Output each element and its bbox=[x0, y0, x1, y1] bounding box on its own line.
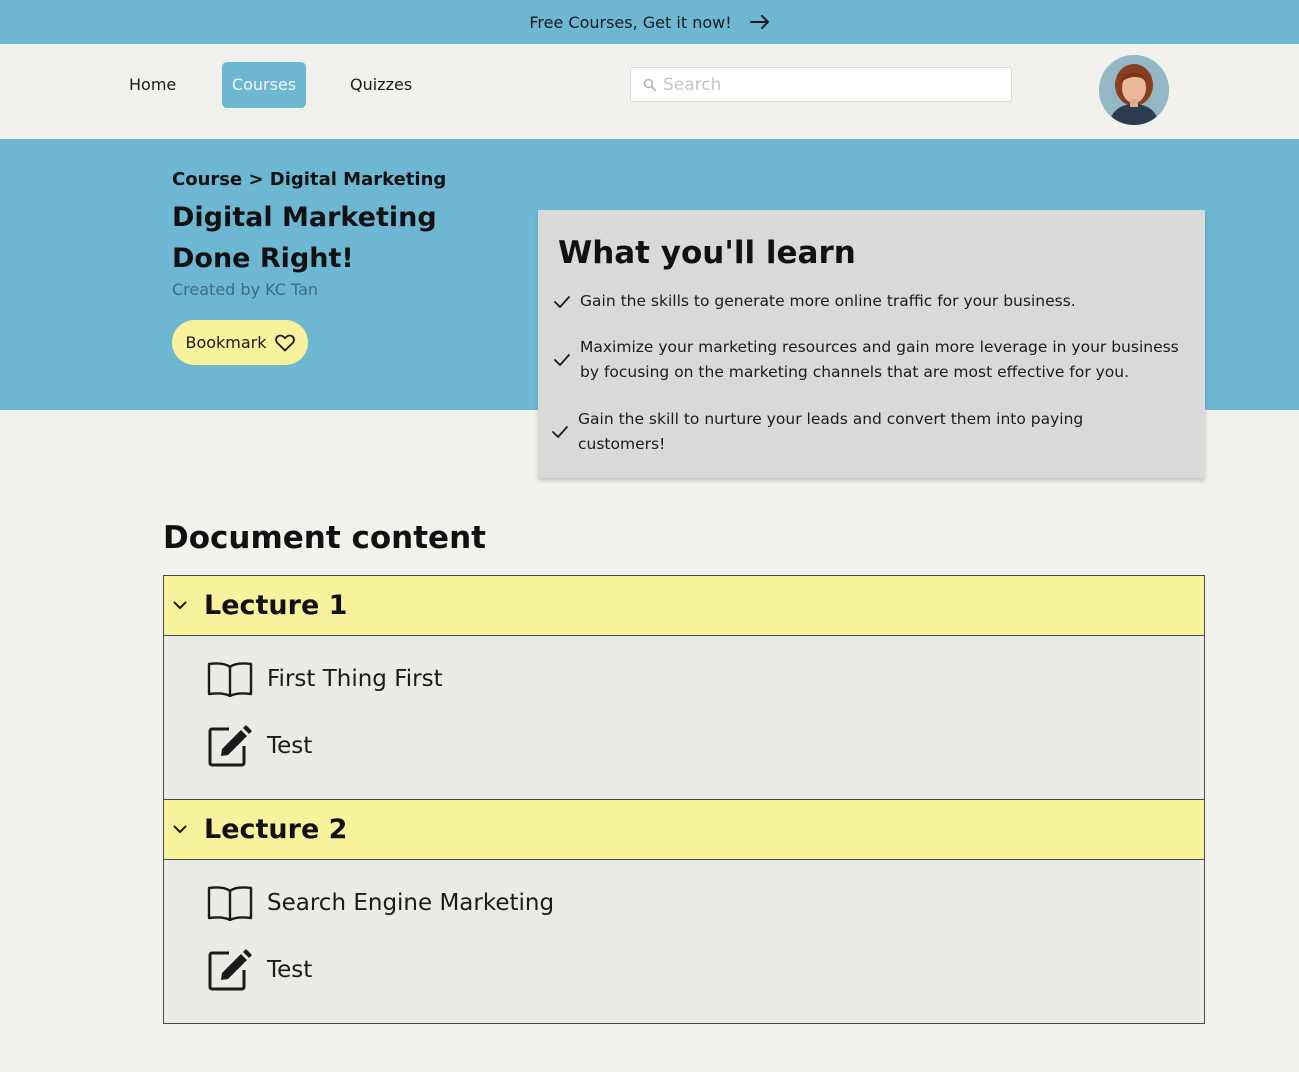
check-icon bbox=[554, 354, 570, 366]
learn-item-text: Gain the skills to generate more online … bbox=[580, 292, 1076, 310]
heart-icon bbox=[274, 334, 295, 351]
top-nav: Home Courses Quizzes bbox=[0, 44, 1299, 139]
promo-banner[interactable]: Free Courses, Get it now! bbox=[0, 0, 1299, 44]
document-content-title: Document content bbox=[163, 520, 486, 556]
lecture-item[interactable]: Search Engine Marketing bbox=[207, 885, 554, 921]
lecture-title: Lecture 2 bbox=[204, 814, 348, 845]
lecture-2-body: Search Engine Marketing Test bbox=[163, 860, 1205, 1024]
chevron-down-icon bbox=[173, 601, 187, 609]
search-input[interactable] bbox=[663, 74, 1003, 95]
course-title: Digital Marketing Done Right! bbox=[172, 202, 437, 274]
lecture-item[interactable]: First Thing First bbox=[207, 661, 443, 697]
edit-icon bbox=[208, 949, 252, 991]
search-icon bbox=[643, 78, 657, 91]
learn-item-text: Gain the skill to nurture your leads and… bbox=[578, 410, 1084, 453]
promo-text[interactable]: Free Courses, Get it now! bbox=[529, 13, 731, 32]
check-icon bbox=[552, 426, 568, 438]
arrow-right-icon[interactable] bbox=[749, 15, 770, 29]
nav-courses[interactable]: Courses bbox=[222, 62, 306, 108]
nav-home[interactable]: Home bbox=[121, 62, 184, 108]
course-creator: Created by KC Tan bbox=[172, 280, 319, 299]
learn-item-text: Maximize your marketing resources and ga… bbox=[580, 338, 1179, 381]
breadcrumb[interactable]: Course > Digital Marketing bbox=[172, 169, 446, 190]
edit-icon bbox=[208, 725, 252, 767]
avatar-image bbox=[1099, 55, 1169, 125]
book-icon bbox=[207, 886, 253, 921]
learn-item: Gain the skills to generate more online … bbox=[552, 289, 1200, 314]
book-icon bbox=[207, 662, 253, 697]
bookmark-button[interactable]: Bookmark bbox=[172, 320, 308, 365]
learn-item: Gain the skill to nurture your leads and… bbox=[550, 407, 1118, 457]
lecture-1-body: First Thing First Test bbox=[163, 636, 1205, 800]
lecture-1-header[interactable]: Lecture 1 bbox=[163, 575, 1205, 636]
lecture-title: Lecture 1 bbox=[204, 590, 348, 621]
bookmark-label: Bookmark bbox=[185, 333, 267, 352]
learn-card: What you'll learn Gain the skills to gen… bbox=[538, 210, 1205, 478]
check-icon bbox=[554, 295, 570, 308]
learn-item: Maximize your marketing resources and ga… bbox=[552, 335, 1200, 385]
chevron-down-icon bbox=[173, 825, 187, 833]
nav-quizzes[interactable]: Quizzes bbox=[342, 62, 420, 108]
lecture-item[interactable]: Test bbox=[207, 724, 312, 768]
search-bar[interactable] bbox=[630, 67, 1012, 102]
learn-title: What you'll learn bbox=[558, 235, 856, 271]
lecture-item-label: Search Engine Marketing bbox=[267, 890, 555, 916]
lecture-item[interactable]: Test bbox=[207, 948, 312, 992]
lecture-2-header[interactable]: Lecture 2 bbox=[163, 799, 1205, 860]
lecture-item-label: First Thing First bbox=[267, 666, 443, 692]
lecture-item-label: Test bbox=[267, 957, 313, 983]
lecture-item-label: Test bbox=[267, 733, 313, 759]
user-avatar[interactable] bbox=[1099, 55, 1169, 125]
